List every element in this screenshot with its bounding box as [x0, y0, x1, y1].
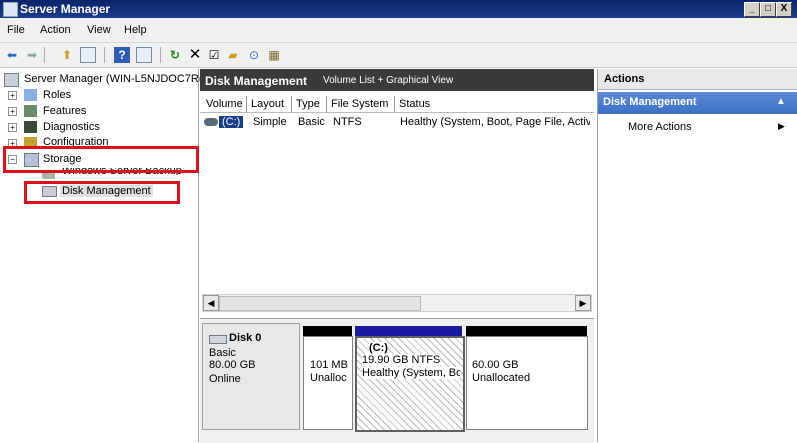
forward-icon[interactable]: ➡	[24, 47, 40, 63]
partition-size: 60.00 GB	[472, 359, 519, 371]
volume-icon	[204, 118, 218, 126]
cell-volume[interactable]: (C:)	[219, 116, 244, 128]
cell-type: Basic	[298, 116, 325, 128]
partition-unallocated-small[interactable]: 101 MB Unalloc	[303, 336, 353, 430]
up-folder-icon[interactable]: ⬆	[59, 47, 75, 63]
actions-header: Actions	[598, 69, 797, 90]
close-button[interactable]: X	[776, 2, 792, 17]
partition-c[interactable]: (C:) 19.90 GB NTFS Healthy (System, Bo	[355, 336, 465, 432]
properties-icon[interactable]: ☑	[206, 47, 222, 63]
diagnostics-icon	[24, 121, 37, 133]
toolbar-separator	[104, 47, 105, 63]
toolbar-separator	[44, 47, 45, 63]
scroll-right-icon[interactable]: ▶	[575, 295, 591, 311]
server-icon	[4, 73, 19, 87]
search-icon[interactable]: ⊙	[246, 47, 262, 63]
menu-file[interactable]: File	[7, 24, 25, 36]
horizontal-scrollbar[interactable]: ◀ ▶	[202, 294, 592, 312]
expand-icon[interactable]: +	[8, 123, 17, 132]
partition-bar-unallocated	[466, 326, 587, 336]
disk-size: 80.00 GB	[209, 359, 256, 371]
actions-section-title: Disk Management	[603, 96, 697, 108]
open-icon[interactable]: ▰	[225, 47, 241, 63]
highlight-box-storage	[3, 146, 199, 173]
partition-unallocated-large[interactable]: 60.00 GB Unallocated	[466, 336, 588, 430]
actions-pane: Actions Disk Management ▲ More Actions ▶	[597, 69, 797, 442]
cell-status: Healthy (System, Boot, Page File, Activ	[400, 116, 590, 128]
actions-title: Actions	[604, 73, 645, 85]
collapse-up-icon[interactable]: ▲	[776, 96, 786, 107]
partition-size: 19.90 GB NTFS	[362, 354, 441, 366]
partition-size: 101 MB	[310, 359, 348, 371]
menu-help[interactable]: Help	[124, 24, 147, 36]
partition-bar-primary	[355, 326, 462, 336]
show-hide-action-pane-icon[interactable]	[136, 47, 152, 63]
disk-type: Basic	[209, 347, 236, 359]
column-volume[interactable]: Volume	[202, 96, 247, 112]
column-type[interactable]: Type	[292, 96, 327, 112]
menu-bar: File Action View Help	[0, 18, 797, 43]
help-icon[interactable]: ?	[114, 47, 130, 63]
expand-icon[interactable]: +	[8, 107, 17, 116]
expand-icon[interactable]: +	[8, 91, 17, 100]
scrollbar-thumb[interactable]	[219, 296, 421, 311]
cell-file-system: NTFS	[333, 116, 362, 128]
rescan-icon[interactable]: ▦	[266, 47, 282, 63]
submenu-arrow-icon: ▶	[778, 121, 785, 131]
tree-item-roles[interactable]: Roles	[43, 89, 71, 101]
partition-status: Unalloc	[310, 372, 347, 384]
disk-icon	[209, 335, 227, 344]
disk-name: Disk 0	[229, 332, 262, 344]
actions-section-header[interactable]: Disk Management ▲	[598, 92, 797, 114]
partition-status: Unallocated	[472, 372, 531, 384]
features-icon	[24, 105, 37, 117]
column-status[interactable]: Status	[395, 96, 594, 112]
partition-bar-unallocated	[303, 326, 352, 336]
maximize-button[interactable]: □	[760, 2, 776, 17]
center-title: Disk Management	[205, 74, 308, 88]
highlight-box-disk-management	[24, 181, 180, 204]
console-tree: Server Manager (WIN-L5NJDOC7R( + Roles +…	[0, 69, 202, 442]
back-icon[interactable]: ⬅	[4, 47, 20, 63]
menu-action[interactable]: Action	[40, 24, 71, 36]
window-title: Server Manager	[20, 2, 111, 16]
more-actions-item[interactable]: More Actions	[628, 121, 692, 133]
roles-icon	[24, 89, 37, 101]
scroll-left-icon[interactable]: ◀	[203, 295, 219, 311]
disk-state: Online	[209, 373, 241, 385]
title-bar: Server Manager _ □ X	[0, 0, 797, 18]
column-file-system[interactable]: File System	[327, 96, 395, 112]
tree-root[interactable]: Server Manager (WIN-L5NJDOC7R(	[24, 73, 202, 85]
partition-label: (C:)	[369, 342, 388, 354]
tree-item-diagnostics[interactable]: Diagnostics	[43, 121, 100, 133]
toolbar: ⬅ ➡ ⬆ ? ↻ ✕ ☑ ▰ ⊙ ▦	[0, 43, 797, 68]
delete-icon[interactable]: ✕	[187, 47, 203, 63]
cell-layout: Simple	[253, 116, 287, 128]
center-header: Disk Management Volume List + Graphical …	[200, 69, 594, 91]
minimize-button[interactable]: _	[744, 2, 760, 17]
show-hide-tree-icon[interactable]	[80, 47, 96, 63]
partition-status: Healthy (System, Bo	[362, 367, 460, 379]
server-manager-icon	[3, 2, 18, 17]
tree-item-features[interactable]: Features	[43, 105, 86, 117]
toolbar-separator	[160, 47, 161, 63]
refresh-icon[interactable]: ↻	[167, 47, 183, 63]
menu-view[interactable]: View	[87, 24, 111, 36]
volume-list-header: Volume Layout Type File System Status	[200, 96, 594, 113]
column-layout[interactable]: Layout	[247, 96, 292, 112]
center-subtitle: Volume List + Graphical View	[323, 75, 454, 86]
disk-info-panel[interactable]: Disk 0 Basic 80.00 GB Online	[202, 323, 300, 430]
